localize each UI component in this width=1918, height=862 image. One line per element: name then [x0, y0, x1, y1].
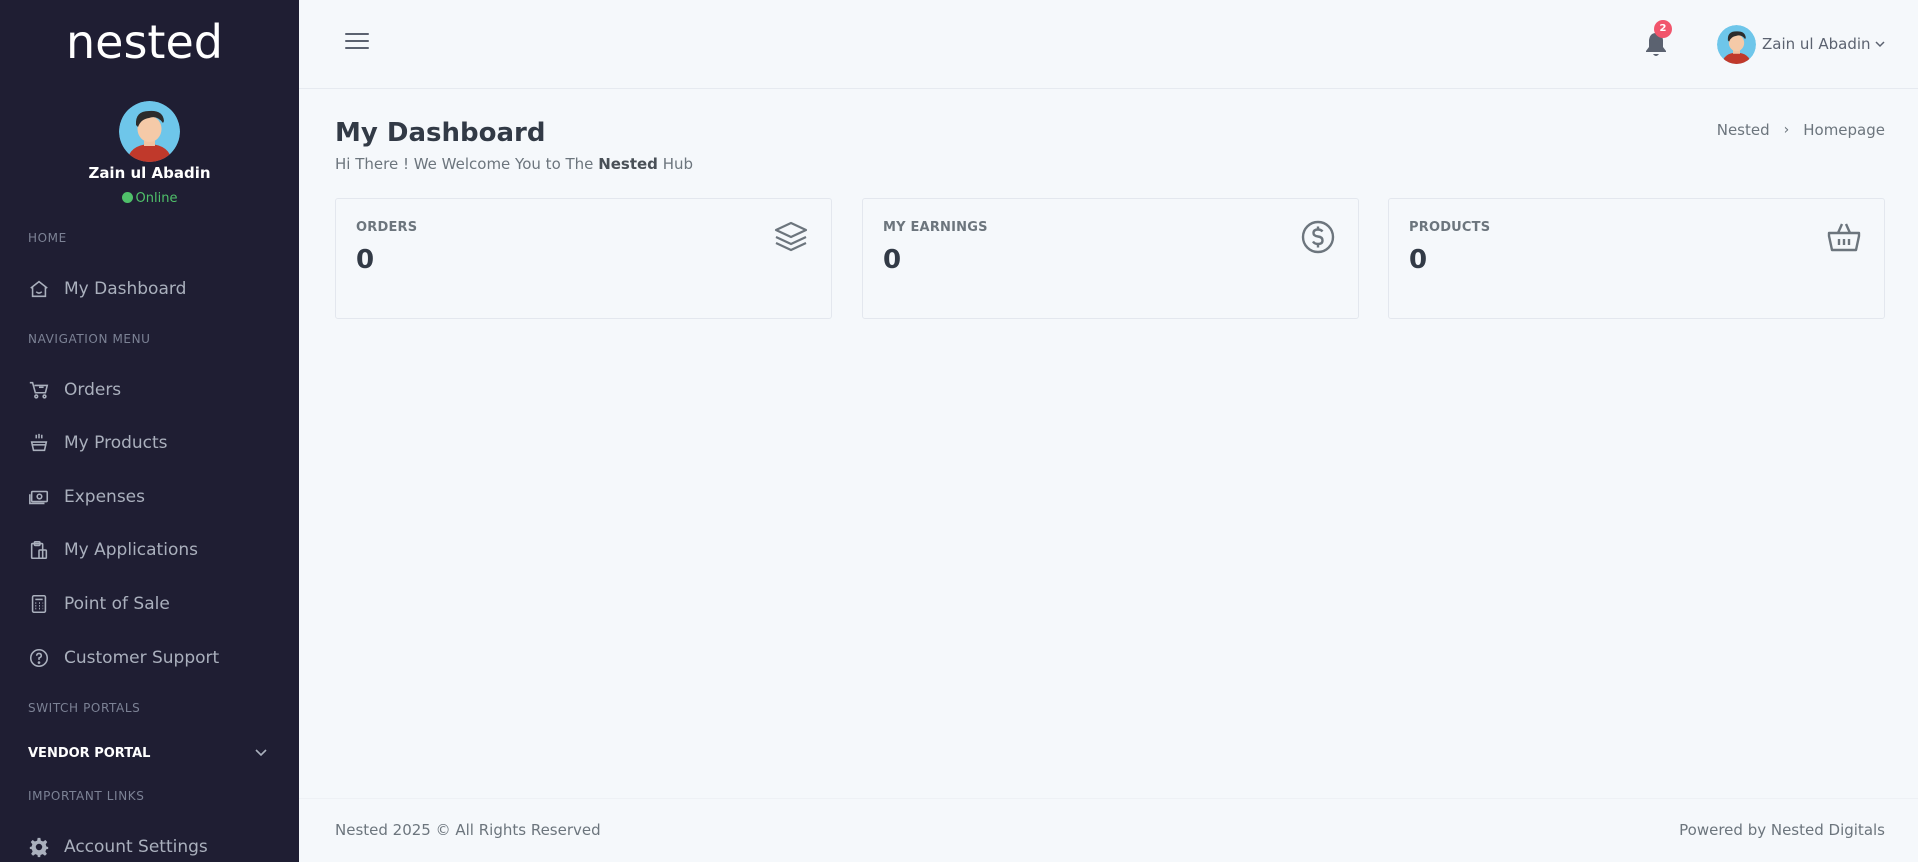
basket-icon [1827, 223, 1861, 252]
user-menu[interactable]: Zain ul Abadin [1717, 24, 1885, 64]
section-title-home: HOME [28, 231, 67, 245]
card-value: 0 [356, 245, 375, 275]
cart-icon [28, 379, 50, 401]
status-text: Online [135, 191, 178, 206]
cash-icon [28, 486, 50, 508]
chevron-down-icon [1875, 41, 1885, 48]
sidebar-item-account-settings[interactable]: Account Settings [0, 827, 299, 862]
portal-label: VENDOR PORTAL [28, 745, 151, 761]
sidebar-avatar[interactable] [119, 101, 180, 162]
sidebar-item-label: Account Settings [64, 837, 208, 857]
card-label: PRODUCTS [1409, 220, 1491, 235]
nested-logo[interactable]: nested [66, 18, 232, 66]
subtitle-prefix: Hi There ! We Welcome You to The [335, 155, 599, 173]
notification-count-badge: 2 [1654, 20, 1672, 38]
breadcrumb: Nested › Homepage [1717, 121, 1885, 139]
sidebar: nested Zain ul Abadin Online HOME My Das… [0, 0, 299, 862]
gear-icon [28, 836, 50, 858]
breadcrumb-item-homepage: Homepage [1803, 121, 1885, 139]
stat-card-orders[interactable]: ORDERS 0 [335, 198, 832, 319]
section-title-switch-portals: SWITCH PORTALS [28, 701, 141, 715]
card-label: ORDERS [356, 220, 418, 235]
home-icon [28, 278, 50, 300]
section-title-important-links: IMPORTANT LINKS [28, 789, 145, 803]
section-title-navigation: NAVIGATION MENU [28, 332, 151, 346]
sidebar-item-my-products[interactable]: My Products [0, 423, 299, 463]
breadcrumb-item-nested[interactable]: Nested [1717, 121, 1770, 139]
sidebar-item-orders[interactable]: Orders [0, 370, 299, 410]
sidebar-item-label: My Products [64, 433, 168, 453]
dollar-circle-icon [1301, 220, 1335, 254]
subtitle-suffix: Hub [657, 155, 694, 173]
chevron-right-icon: › [1783, 122, 1790, 138]
topbar-user-name: Zain ul Abadin [1762, 35, 1871, 53]
sidebar-user-name[interactable]: Zain ul Abadin [0, 164, 299, 182]
layers-icon [774, 221, 808, 252]
sidebar-item-label: Orders [64, 380, 122, 400]
online-dot-icon [121, 192, 133, 203]
subtitle-brand: Nested [598, 155, 658, 173]
clipboard-icon [28, 539, 50, 561]
sidebar-item-label: Point of Sale [64, 594, 170, 614]
stat-card-products[interactable]: PRODUCTS 0 [1388, 198, 1885, 319]
sidebar-item-customer-support[interactable]: Customer Support [0, 638, 299, 678]
sidebar-item-label: My Dashboard [64, 279, 187, 299]
logo-text: nested [66, 18, 223, 66]
avatar [1717, 24, 1756, 64]
footer-copyright: Nested 2025 © All Rights Reserved [335, 821, 601, 839]
sidebar-item-label: Expenses [64, 487, 145, 507]
basket-icon [28, 432, 50, 454]
card-value: 0 [883, 245, 902, 275]
topbar: 2 Zain ul Abadin [299, 0, 1918, 89]
sidebar-item-expenses[interactable]: Expenses [0, 477, 299, 517]
help-circle-icon [28, 647, 50, 669]
footer-powered-by: Powered by Nested Digitals [1679, 821, 1885, 839]
footer: Nested 2025 © All Rights Reserved Powere… [299, 798, 1918, 862]
sidebar-item-my-dashboard[interactable]: My Dashboard [0, 269, 299, 309]
sidebar-item-label: Customer Support [64, 648, 220, 668]
sidebar-item-point-of-sale[interactable]: Point of Sale [0, 584, 299, 624]
menu-toggle-icon[interactable] [345, 33, 369, 51]
page-title: My Dashboard [335, 118, 546, 148]
stat-card-my-earnings[interactable]: MY EARNINGS 0 [862, 198, 1359, 319]
card-label: MY EARNINGS [883, 220, 988, 235]
sidebar-item-my-applications[interactable]: My Applications [0, 530, 299, 570]
sidebar-item-label: My Applications [64, 540, 198, 560]
card-value: 0 [1409, 245, 1428, 275]
calculator-icon [28, 593, 50, 615]
chevron-down-icon [255, 749, 267, 757]
user-status: Online [0, 191, 299, 206]
page-subtitle: Hi There ! We Welcome You to The Nested … [335, 155, 693, 173]
vendor-portal-dropdown[interactable]: VENDOR PORTAL [28, 743, 268, 763]
